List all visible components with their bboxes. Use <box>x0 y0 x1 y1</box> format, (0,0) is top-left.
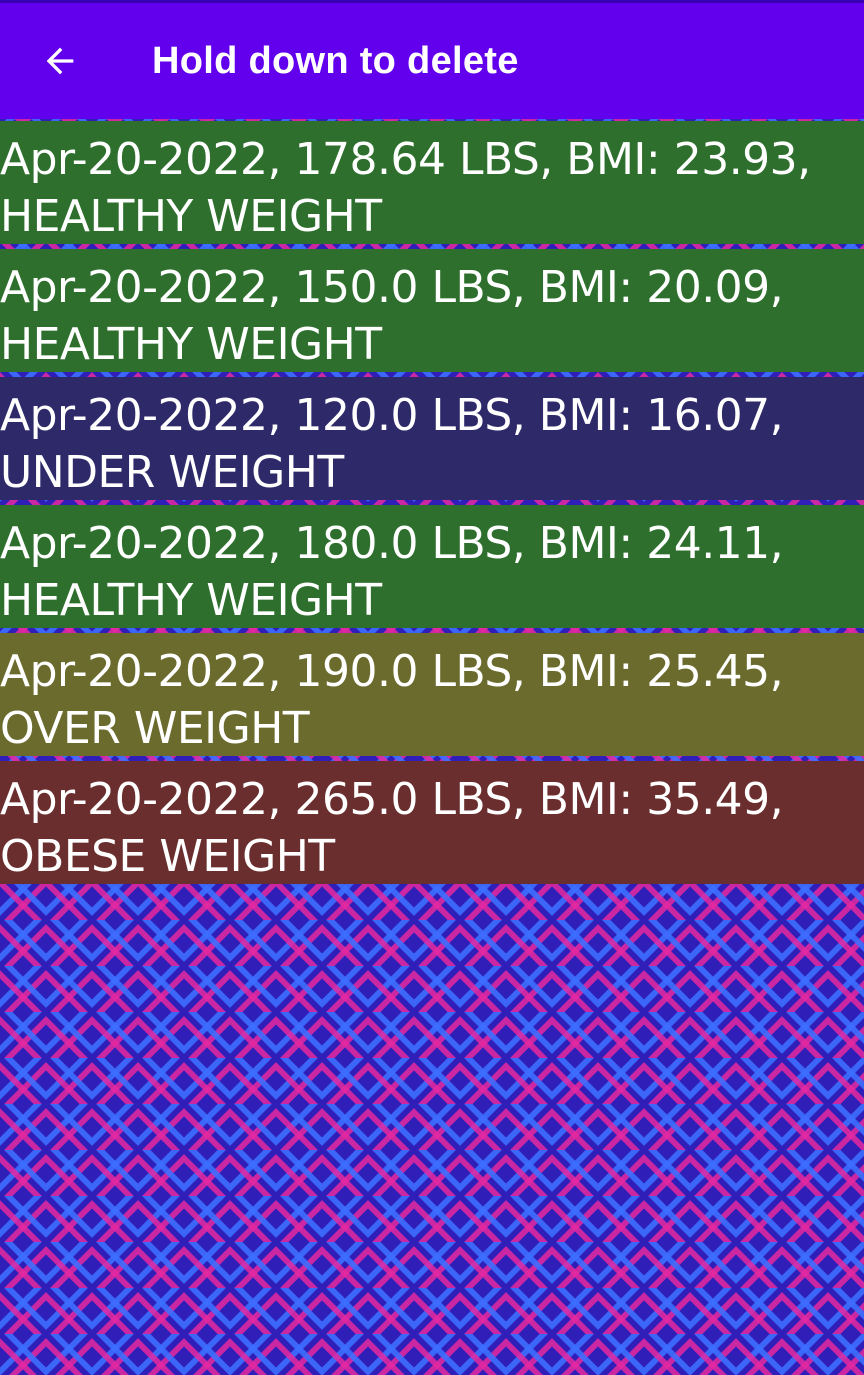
entry-summary: Apr-20-2022, 150.0 LBS, BMI: 20.09, <box>0 262 784 313</box>
screen: Hold down to delete Apr-20-2022, 178.64 … <box>0 0 864 1375</box>
page-title: Hold down to delete <box>152 39 519 82</box>
entry-summary: Apr-20-2022, 265.0 LBS, BMI: 35.49, <box>0 774 784 825</box>
list-item[interactable]: Apr-20-2022, 190.0 LBS, BMI: 25.45, OVER… <box>0 633 864 756</box>
arrow-left-icon <box>46 47 74 75</box>
list-item[interactable]: Apr-20-2022, 265.0 LBS, BMI: 35.49, OBES… <box>0 761 864 884</box>
list-item[interactable]: Apr-20-2022, 178.64 LBS, BMI: 23.93, HEA… <box>0 121 864 244</box>
weight-entry-list: Apr-20-2022, 178.64 LBS, BMI: 23.93, HEA… <box>0 121 864 889</box>
list-item[interactable]: Apr-20-2022, 180.0 LBS, BMI: 24.11, HEAL… <box>0 505 864 628</box>
app-bar: Hold down to delete <box>0 0 864 119</box>
entry-category: OVER WEIGHT <box>0 703 310 754</box>
entry-category: UNDER WEIGHT <box>0 447 344 498</box>
list-item[interactable]: Apr-20-2022, 120.0 LBS, BMI: 16.07, UNDE… <box>0 377 864 500</box>
entry-category: HEALTHY WEIGHT <box>0 191 382 242</box>
entry-category: OBESE WEIGHT <box>0 831 335 882</box>
list-item[interactable]: Apr-20-2022, 150.0 LBS, BMI: 20.09, HEAL… <box>0 249 864 372</box>
entry-summary: Apr-20-2022, 190.0 LBS, BMI: 25.45, <box>0 646 784 697</box>
back-button[interactable] <box>30 31 90 91</box>
entry-category: HEALTHY WEIGHT <box>0 575 382 626</box>
entry-summary: Apr-20-2022, 120.0 LBS, BMI: 16.07, <box>0 390 784 441</box>
entry-summary: Apr-20-2022, 178.64 LBS, BMI: 23.93, <box>0 134 811 185</box>
entry-summary: Apr-20-2022, 180.0 LBS, BMI: 24.11, <box>0 518 784 569</box>
entry-category: HEALTHY WEIGHT <box>0 319 382 370</box>
